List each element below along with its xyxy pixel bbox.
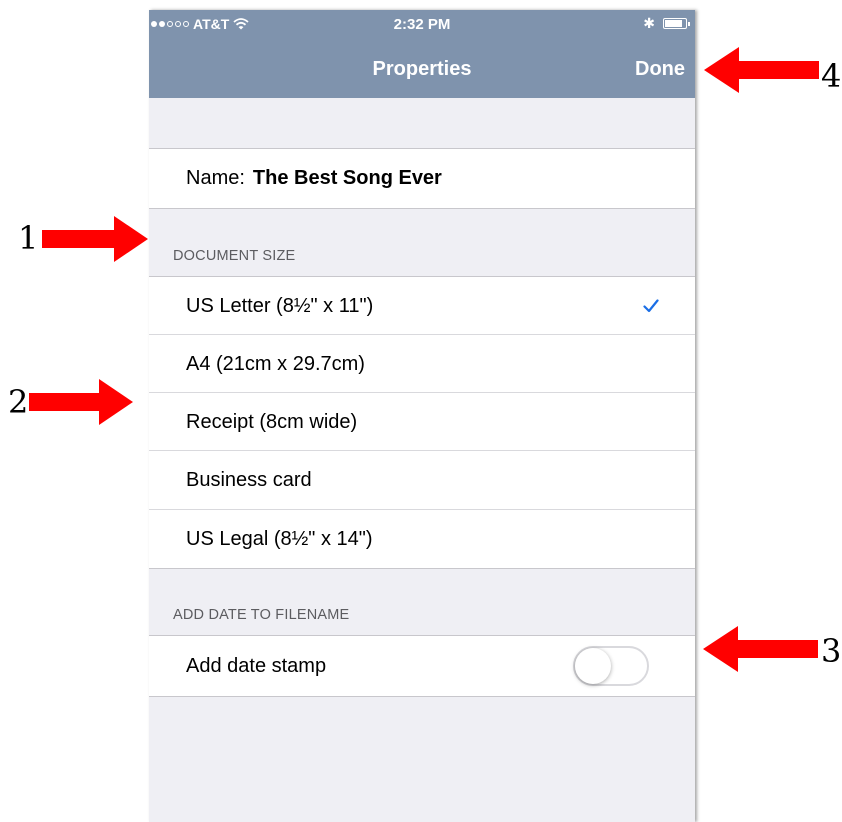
document-size-header: DOCUMENT SIZE xyxy=(173,248,296,264)
size-option-a4[interactable]: A4 (21cm x 29.7cm) xyxy=(149,335,695,393)
name-value: The Best Song Ever xyxy=(252,167,442,189)
size-option-label: Business card xyxy=(186,469,312,491)
annotation-number-3: 3 xyxy=(821,632,842,670)
arrow-1-icon xyxy=(42,216,148,262)
size-option-label: US Letter (8½" x 11") xyxy=(186,294,374,317)
size-option-receipt[interactable]: Receipt (8cm wide) xyxy=(149,393,695,451)
arrow-4-icon xyxy=(704,47,819,93)
date-stamp-toggle[interactable] xyxy=(573,646,649,686)
page-title: Properties xyxy=(372,58,472,80)
status-bar: AT&T 2:32 PM ✱ xyxy=(149,10,695,40)
arrow-3-icon xyxy=(703,626,818,672)
toggle-knob xyxy=(575,648,611,684)
size-option-label: US Legal (8½" x 14") xyxy=(186,527,373,550)
annotation-number-2: 2 xyxy=(8,383,29,421)
size-option-label: A4 (21cm x 29.7cm) xyxy=(186,352,365,375)
name-label: Name: xyxy=(186,167,245,189)
navigation-bar: AT&T 2:32 PM ✱ Properties Done xyxy=(149,10,695,98)
size-option-us-letter[interactable]: US Letter (8½" x 11") xyxy=(149,276,695,335)
annotation-number-4: 4 xyxy=(821,57,842,95)
done-button[interactable]: Done xyxy=(635,58,685,81)
size-option-label: Receipt (8cm wide) xyxy=(186,410,358,433)
add-date-header: ADD DATE TO FILENAME xyxy=(173,607,350,623)
status-right: ✱ xyxy=(643,15,690,31)
arrow-2-icon xyxy=(29,379,133,425)
battery-fill xyxy=(665,19,682,27)
battery-icon xyxy=(663,17,690,29)
name-row[interactable]: Name: The Best Song Ever xyxy=(149,148,695,209)
add-date-stamp-label: Add date stamp xyxy=(186,654,327,677)
annotation-number-1: 1 xyxy=(18,219,39,257)
size-option-us-legal[interactable]: US Legal (8½" x 14") xyxy=(149,510,695,569)
status-time: 2:32 PM xyxy=(393,16,451,33)
phone-screen: AT&T 2:32 PM ✱ Properties Done Name: The… xyxy=(149,10,695,822)
checkmark-icon xyxy=(643,299,659,313)
size-option-business-card[interactable]: Business card xyxy=(149,451,695,510)
add-date-stamp-row: Add date stamp xyxy=(149,635,695,697)
bluetooth-icon: ✱ xyxy=(643,15,655,31)
